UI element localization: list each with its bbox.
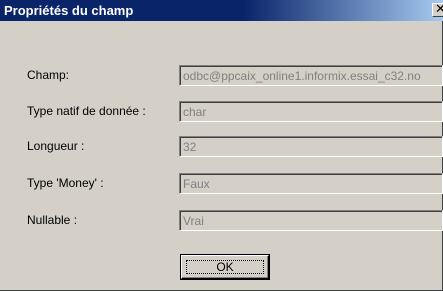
title-bar[interactable]: Propriétés du champ ✕ [0,0,443,21]
ok-button-label: OK [216,260,234,274]
native-type-value: char [183,105,207,119]
nullable-field[interactable]: Vrai [179,210,443,231]
money-type-field[interactable]: Faux [179,173,443,194]
window-title: Propriétés du champ [4,3,134,18]
length-value: 32 [183,140,197,154]
champ-label: Champ: [27,68,70,82]
champ-value: odbc@ppcaix_online1.informix.essai_c32.n… [183,69,421,83]
field-properties-dialog: Propriétés du champ ✕ Champ: odbc@ppcaix… [0,0,443,291]
length-field[interactable]: 32 [179,136,443,157]
native-type-field[interactable]: char [179,101,443,122]
length-label: Longueur : [27,139,85,153]
money-type-value: Faux [183,177,210,191]
nullable-value: Vrai [183,214,204,228]
nullable-label: Nullable : [27,213,78,227]
ok-button[interactable]: OK [181,255,269,279]
champ-field[interactable]: odbc@ppcaix_online1.informix.essai_c32.n… [179,65,443,86]
money-type-label: Type 'Money' : [27,176,104,190]
close-icon: ✕ [435,2,443,17]
native-type-label: Type natif de donnée : [27,104,146,118]
close-button[interactable]: ✕ [432,2,443,17]
